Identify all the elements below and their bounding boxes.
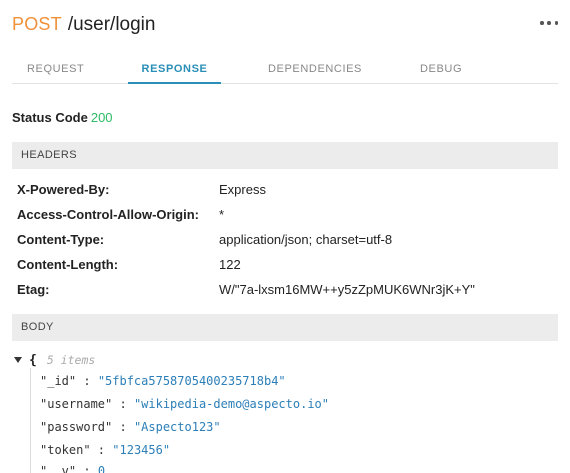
- status-code: Status Code 200: [12, 110, 113, 125]
- tab-response[interactable]: RESPONSE: [128, 63, 221, 84]
- json-key: "username": [40, 396, 113, 411]
- json-value: "wikipedia-demo@aspecto.io": [133, 396, 330, 411]
- header-row: Access-Control-Allow-Origin: *: [17, 207, 557, 227]
- json-field: "password" : "Aspecto123": [40, 419, 221, 434]
- header-key: Content-Type:: [17, 232, 105, 247]
- status-value: 200: [90, 110, 113, 125]
- json-field: "__v" : 0: [40, 462, 105, 473]
- header-value: application/json; charset=utf-8: [219, 232, 393, 247]
- header-row: Etag: W/"7a-lxsm16MW++y5zZpMUK6WNr3jK+Y": [17, 282, 557, 302]
- json-indent-guide: [30, 368, 31, 473]
- headers-section-header[interactable]: HEADERS: [12, 142, 558, 169]
- tab-bar: REQUEST RESPONSE DEPENDENCIES DEBUG: [12, 56, 558, 84]
- json-key: "_id": [40, 373, 77, 388]
- header-value: Express: [219, 182, 266, 197]
- more-options-icon[interactable]: [540, 14, 558, 32]
- json-field: "_id" : "5fbfca5758705400235718b4": [40, 373, 286, 388]
- request-path: /user/login: [67, 14, 156, 35]
- header-row: Content-Length: 122: [17, 257, 557, 277]
- request-title: POST /user/login: [12, 14, 155, 40]
- tab-dependencies[interactable]: DEPENDENCIES: [268, 63, 361, 84]
- header-value: 122: [219, 257, 241, 272]
- tab-debug[interactable]: DEBUG: [420, 63, 462, 84]
- body-section-header[interactable]: BODY: [12, 314, 558, 341]
- json-root[interactable]: { 5 items: [14, 352, 95, 368]
- header-key: Etag:: [17, 282, 50, 297]
- json-key: "token": [40, 442, 91, 457]
- json-key: "password": [40, 419, 113, 434]
- collapse-caret-icon[interactable]: [14, 357, 22, 363]
- header-key: X-Powered-By:: [17, 182, 110, 197]
- json-value: "5fbfca5758705400235718b4": [97, 373, 286, 388]
- json-item-count: 5 items: [46, 353, 96, 367]
- json-open-brace: {: [29, 352, 37, 368]
- json-key: "__v": [40, 463, 77, 473]
- header-value: W/"7a-lxsm16MW++y5zZpMUK6WNr3jK+Y": [219, 282, 475, 297]
- header-row: Content-Type: application/json; charset=…: [17, 232, 557, 252]
- header-value: *: [219, 207, 225, 222]
- tab-request[interactable]: REQUEST: [27, 63, 84, 84]
- json-value: "Aspecto123": [133, 419, 221, 434]
- http-method: POST: [12, 14, 62, 34]
- header-key: Access-Control-Allow-Origin:: [17, 207, 200, 222]
- json-field: "username" : "wikipedia-demo@aspecto.io": [40, 396, 330, 411]
- json-value: "123456": [112, 442, 171, 457]
- header-key: Content-Length:: [17, 257, 119, 272]
- json-value: 0: [97, 463, 106, 473]
- status-label: Status Code: [12, 110, 88, 125]
- json-field: "token" : "123456": [40, 442, 171, 457]
- header-row: X-Powered-By: Express: [17, 182, 557, 202]
